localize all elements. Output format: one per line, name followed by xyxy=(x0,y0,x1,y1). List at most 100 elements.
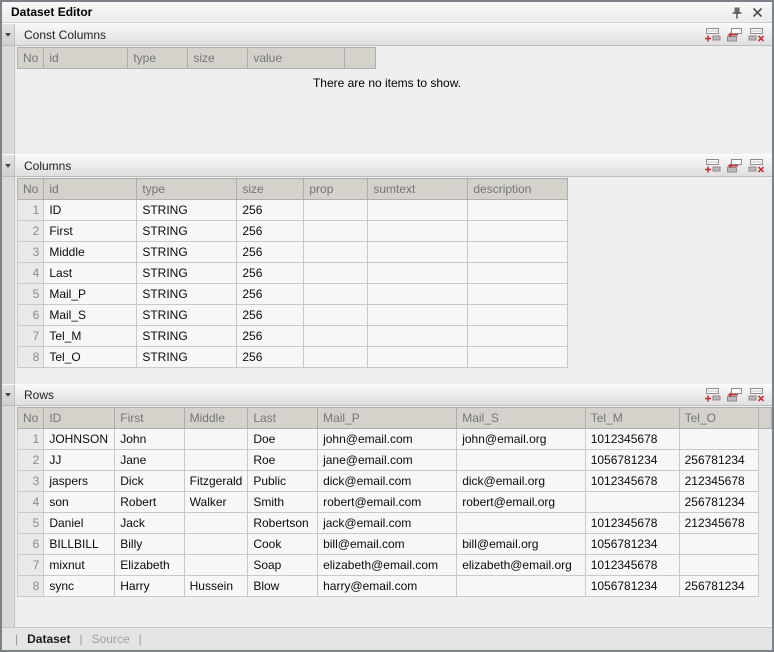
cell-sumtext[interactable] xyxy=(368,305,468,326)
tab-source[interactable]: Source xyxy=(92,632,130,646)
row-number-cell[interactable]: 2 xyxy=(18,221,44,242)
row-number-cell[interactable]: 3 xyxy=(18,242,44,263)
cell-prop[interactable] xyxy=(304,326,368,347)
row-number-cell[interactable]: 4 xyxy=(18,263,44,284)
add-row-icon[interactable] xyxy=(703,386,722,404)
cell-size[interactable]: 256 xyxy=(237,347,304,368)
cell-tel_o[interactable] xyxy=(679,555,758,576)
cell-mail_s[interactable]: john@email.org xyxy=(457,429,585,450)
cell-tel_m[interactable]: 1056781234 xyxy=(585,576,679,597)
cell-middle[interactable]: Hussein xyxy=(184,576,248,597)
cell-sumtext[interactable] xyxy=(368,263,468,284)
column-header-first[interactable]: First xyxy=(115,408,184,429)
cell-type[interactable]: STRING xyxy=(137,200,237,221)
cell-sumtext[interactable] xyxy=(368,326,468,347)
cell-type[interactable]: STRING xyxy=(137,347,237,368)
cell-tel_o[interactable] xyxy=(679,429,758,450)
cell-last[interactable]: Soap xyxy=(248,555,318,576)
row-number-cell[interactable]: 8 xyxy=(18,576,44,597)
column-header-description[interactable]: description xyxy=(468,179,568,200)
cell-description[interactable] xyxy=(468,221,568,242)
cell-tel_o[interactable] xyxy=(679,534,758,555)
cell-mail_s[interactable] xyxy=(457,576,585,597)
cell-first[interactable]: Robert xyxy=(115,492,184,513)
row-number-cell[interactable]: 1 xyxy=(18,200,44,221)
row-number-cell[interactable]: 6 xyxy=(18,534,44,555)
cell-middle[interactable] xyxy=(184,555,248,576)
cell-mail_p[interactable]: jack@email.com xyxy=(318,513,457,534)
column-header-no[interactable]: No xyxy=(18,48,44,69)
cell-middle[interactable]: Fitzgerald xyxy=(184,471,248,492)
column-header-type[interactable]: type xyxy=(137,179,237,200)
cell-id[interactable]: jaspers xyxy=(44,471,115,492)
cell-tel_o[interactable]: 256781234 xyxy=(679,492,758,513)
cell-sumtext[interactable] xyxy=(368,200,468,221)
cell-id[interactable]: sync xyxy=(44,576,115,597)
column-header-type[interactable]: type xyxy=(128,48,188,69)
cell-description[interactable] xyxy=(468,305,568,326)
cell-id[interactable]: BILLBILL xyxy=(44,534,115,555)
cell-tel_m[interactable]: 1056781234 xyxy=(585,534,679,555)
row-number-cell[interactable]: 8 xyxy=(18,347,44,368)
cell-description[interactable] xyxy=(468,284,568,305)
cell-tel_m[interactable]: 1012345678 xyxy=(585,513,679,534)
cell-sumtext[interactable] xyxy=(368,242,468,263)
cell-type[interactable]: STRING xyxy=(137,305,237,326)
column-header-mail_s[interactable]: Mail_S xyxy=(457,408,585,429)
cell-mail_s[interactable] xyxy=(457,450,585,471)
delete-row-icon[interactable] xyxy=(747,386,766,404)
column-header-sumtext[interactable]: sumtext xyxy=(368,179,468,200)
cell-middle[interactable] xyxy=(184,534,248,555)
cell-sumtext[interactable] xyxy=(368,284,468,305)
column-header-id[interactable]: ID xyxy=(44,408,115,429)
cell-size[interactable]: 256 xyxy=(237,305,304,326)
cell-tel_o[interactable]: 256781234 xyxy=(679,576,758,597)
cell-first[interactable]: Harry xyxy=(115,576,184,597)
cell-last[interactable]: Smith xyxy=(248,492,318,513)
cell-sumtext[interactable] xyxy=(368,221,468,242)
cell-size[interactable]: 256 xyxy=(237,263,304,284)
column-header-no[interactable]: No xyxy=(18,179,44,200)
cell-mail_p[interactable]: dick@email.com xyxy=(318,471,457,492)
cell-tel_o[interactable]: 212345678 xyxy=(679,471,758,492)
row-number-cell[interactable]: 1 xyxy=(18,429,44,450)
cell-id[interactable]: Mail_P xyxy=(44,284,137,305)
cell-type[interactable]: STRING xyxy=(137,242,237,263)
cell-type[interactable]: STRING xyxy=(137,263,237,284)
cell-prop[interactable] xyxy=(304,305,368,326)
cell-prop[interactable] xyxy=(304,284,368,305)
cell-sumtext[interactable] xyxy=(368,347,468,368)
cell-tel_m[interactable]: 1012345678 xyxy=(585,555,679,576)
column-header-id[interactable]: id xyxy=(44,48,128,69)
collapse-button[interactable] xyxy=(2,155,15,176)
cell-first[interactable]: John xyxy=(115,429,184,450)
column-header-middle[interactable]: Middle xyxy=(184,408,248,429)
cell-prop[interactable] xyxy=(304,347,368,368)
cell-mail_s[interactable] xyxy=(457,513,585,534)
cell-mail_s[interactable]: bill@email.org xyxy=(457,534,585,555)
cell-description[interactable] xyxy=(468,242,568,263)
cell-first[interactable]: Billy xyxy=(115,534,184,555)
row-number-cell[interactable]: 3 xyxy=(18,471,44,492)
cell-mail_p[interactable]: john@email.com xyxy=(318,429,457,450)
pin-icon[interactable] xyxy=(729,4,745,20)
row-number-cell[interactable]: 2 xyxy=(18,450,44,471)
column-header-last[interactable]: Last xyxy=(248,408,318,429)
cell-size[interactable]: 256 xyxy=(237,284,304,305)
cell-mail_p[interactable]: robert@email.com xyxy=(318,492,457,513)
column-header-no[interactable]: No xyxy=(18,408,44,429)
tab-dataset[interactable]: Dataset xyxy=(27,632,70,646)
cell-first[interactable]: Jack xyxy=(115,513,184,534)
cell-prop[interactable] xyxy=(304,242,368,263)
cell-id[interactable]: son xyxy=(44,492,115,513)
cell-tel_m[interactable] xyxy=(585,492,679,513)
cell-last[interactable]: Doe xyxy=(248,429,318,450)
cell-mail_p[interactable]: harry@email.com xyxy=(318,576,457,597)
cell-first[interactable]: Dick xyxy=(115,471,184,492)
cell-id[interactable]: Mail_S xyxy=(44,305,137,326)
cell-id[interactable]: JOHNSON xyxy=(44,429,115,450)
insert-row-icon[interactable] xyxy=(725,26,744,44)
cell-id[interactable]: Tel_M xyxy=(44,326,137,347)
cell-tel_o[interactable]: 256781234 xyxy=(679,450,758,471)
insert-row-icon[interactable] xyxy=(725,157,744,175)
